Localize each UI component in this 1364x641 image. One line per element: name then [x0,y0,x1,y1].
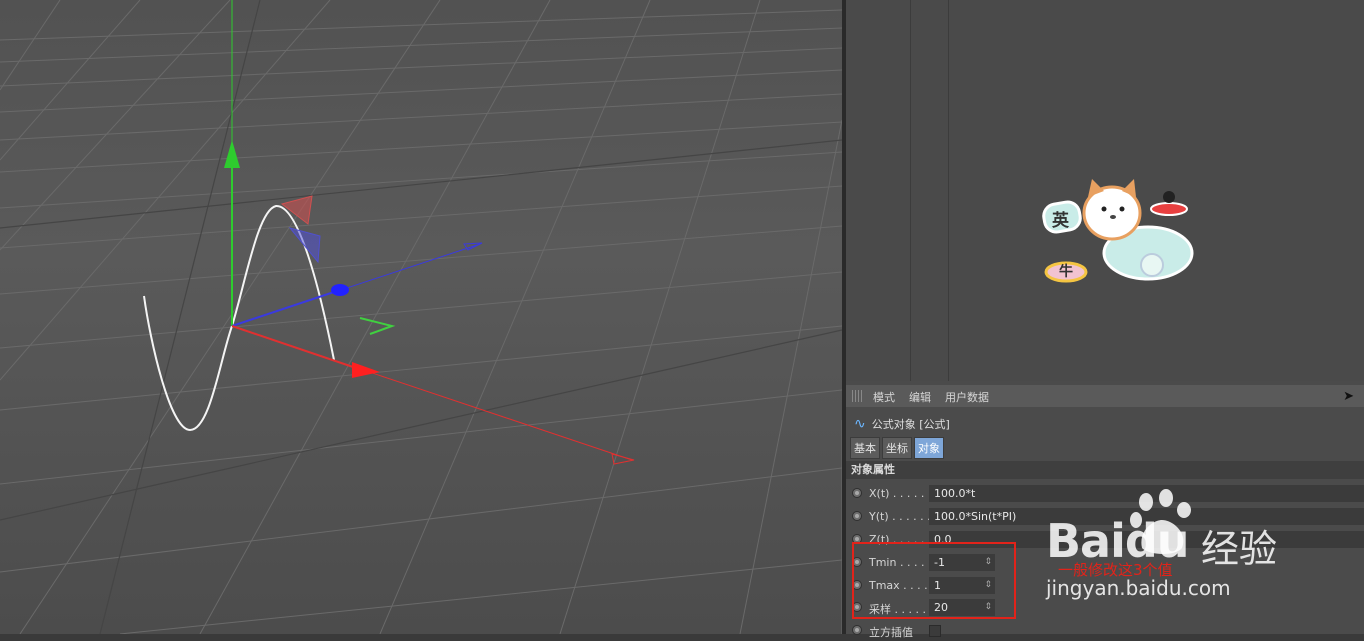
column-divider[interactable] [910,0,911,381]
param-label: Y(t) . . . . . . [869,510,931,523]
move-x-handle[interactable] [231,325,357,369]
section-header: 对象属性 [846,461,1364,479]
tab-object[interactable]: 对象 [914,437,944,459]
keyframe-radio[interactable] [852,488,862,498]
param-label: 立方插值 [869,626,913,639]
3d-viewport[interactable] [0,0,842,634]
z-arrow-icon[interactable] [331,284,349,296]
cat-sticker-image: 英 ⽜ [1042,179,1194,283]
object-title-text: 公式对象 [公式] [871,418,950,431]
xz-plane-handle[interactable] [359,317,396,335]
param-label: X(t) . . . . . . [869,487,932,500]
y-arrow-icon[interactable] [224,140,240,168]
formula-spline-icon: ∿ [854,416,866,432]
tab-coords[interactable]: 坐标 [882,437,912,459]
menu-mode[interactable]: 模式 [873,389,895,405]
attribute-menubar: 模式 编辑 用户数据 ➤ [846,385,1364,407]
annotation-text: 一般修改这3个值 [1058,561,1173,579]
grip-icon[interactable] [852,390,864,402]
viewport-grid [0,0,842,634]
sticker-badge-text: ⽜ [1059,263,1073,280]
cubic-checkbox[interactable] [929,625,941,637]
object-title: ∿ 公式对象 [公式] [854,416,950,432]
move-z-handle[interactable] [231,289,341,327]
keyframe-radio[interactable] [852,511,862,521]
back-arrow-icon[interactable]: ➤ [1343,389,1354,404]
param-xt: X(t) . . . . . . 100.0*t [846,484,1364,504]
menu-edit[interactable]: 编辑 [909,389,931,405]
zy-plane-handle[interactable] [288,227,321,264]
watermark-brand-cn: 经验 [1201,527,1278,571]
menu-userdata[interactable]: 用户数据 [945,389,989,405]
tab-basic[interactable]: 基本 [850,437,880,459]
attribute-tabs: 基本 坐标 对象 [850,437,944,459]
param-cubic: 立方插值 [846,621,1364,641]
x-arrow-icon[interactable] [352,362,380,378]
highlight-box [852,542,1016,619]
column-divider[interactable] [948,0,949,381]
sticker-badge-text: 英 [1052,210,1070,231]
